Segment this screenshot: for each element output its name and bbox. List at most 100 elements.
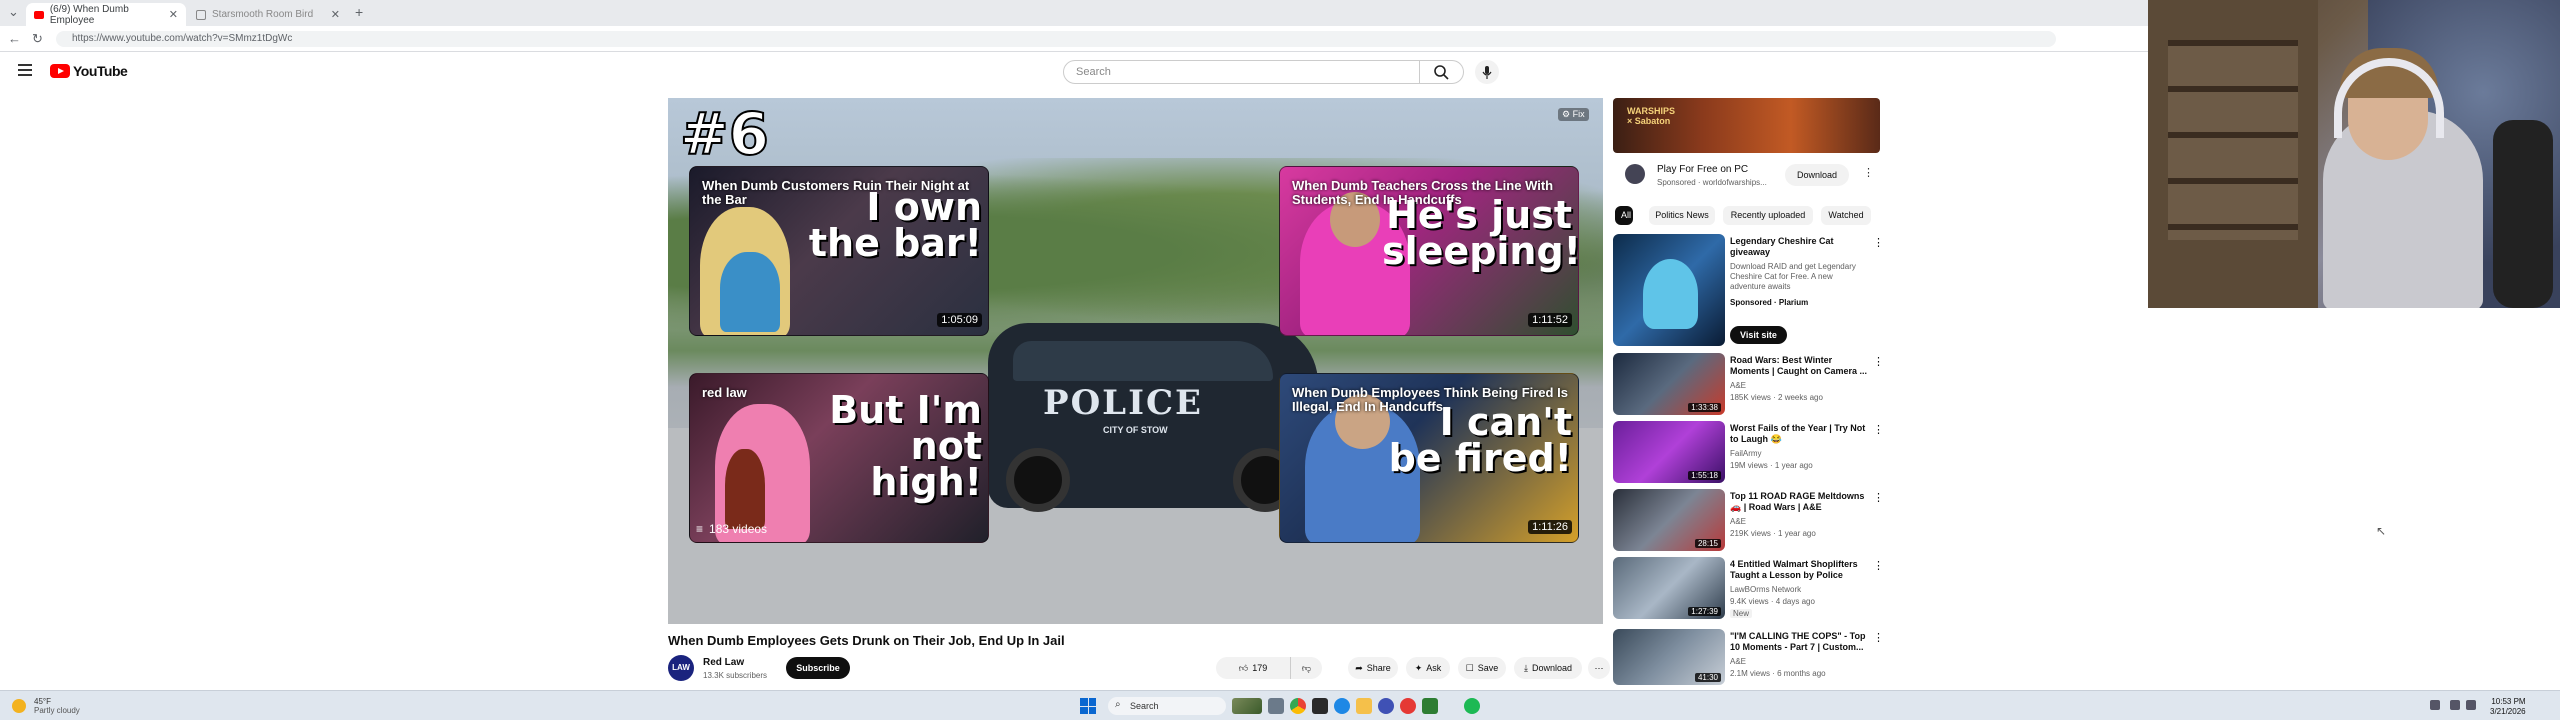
search-icon: ⌕ bbox=[1115, 699, 1121, 710]
clock-date: 3/21/2026 bbox=[2490, 707, 2526, 716]
edge-icon[interactable] bbox=[1334, 698, 1350, 714]
more-vertical-icon[interactable]: ⋮ bbox=[1873, 355, 1884, 368]
subscriber-count: 13.3K subscribers bbox=[703, 671, 768, 680]
more-vertical-icon[interactable]: ⋮ bbox=[1873, 236, 1884, 249]
video-title: "I'M CALLING THE COPS" - Top 10 Moments … bbox=[1730, 631, 1866, 652]
endscreen-playlist-card[interactable]: red law But I'm not high! ≡ 183 videos bbox=[689, 373, 989, 543]
dislike-button[interactable]: 👎︎ bbox=[1290, 657, 1322, 679]
endscreen-video-card[interactable]: When Dumb Customers Ruin Their Night at … bbox=[689, 166, 989, 336]
video-thumbnail[interactable]: 1:55:18 bbox=[1613, 421, 1725, 483]
tab-search-icon[interactable]: ⌄ bbox=[8, 4, 19, 20]
save-button[interactable]: ☐ Save bbox=[1458, 657, 1506, 679]
like-count: 179 bbox=[1252, 663, 1268, 673]
task-view-icon[interactable] bbox=[1268, 698, 1284, 714]
microphone-icon bbox=[1482, 66, 1492, 79]
tab-youtube[interactable]: (6/9) When Dumb Employee ✕ bbox=[26, 3, 186, 26]
new-tab-button[interactable]: + bbox=[355, 4, 363, 20]
channel-name[interactable]: A&E bbox=[1730, 517, 1746, 526]
chip-watched[interactable]: Watched bbox=[1821, 206, 1871, 225]
channel-name[interactable]: FailArmy bbox=[1730, 449, 1762, 458]
visit-site-button[interactable]: Visit site bbox=[1730, 326, 1787, 344]
download-button[interactable]: ⤓ Download bbox=[1514, 657, 1582, 679]
recommendation-item[interactable]: 1:27:39 4 Entitled Walmart Shoplifters T… bbox=[1613, 557, 1893, 619]
more-vertical-icon[interactable]: ⋮ bbox=[1873, 631, 1884, 644]
chip-all[interactable]: All bbox=[1615, 206, 1633, 225]
sidebar-filter-chips: All Politics News Recently uploaded Watc… bbox=[1613, 206, 1888, 226]
webcam-chair bbox=[2493, 120, 2553, 308]
share-button[interactable]: ➦ Share bbox=[1348, 657, 1398, 679]
channel-name[interactable]: A&E bbox=[1730, 381, 1746, 390]
more-actions-button[interactable]: ⋯ bbox=[1588, 657, 1610, 679]
search-input[interactable]: Search bbox=[1063, 60, 1420, 84]
video-thumbnail[interactable]: 41:30 bbox=[1613, 629, 1725, 685]
ad-download-button[interactable]: Download bbox=[1785, 164, 1849, 186]
close-tab-icon[interactable]: ✕ bbox=[169, 8, 178, 21]
recommendation-item[interactable]: 1:55:18 Worst Fails of the Year | Try No… bbox=[1613, 421, 1893, 483]
video-title: When Dumb Employees Gets Drunk on Their … bbox=[668, 633, 1065, 648]
playlist-count: ≡ 183 videos bbox=[696, 522, 767, 536]
windows-start-icon[interactable] bbox=[1080, 698, 1096, 714]
video-player[interactable]: POLICE CITY OF STOW #6 ⚙ Fix When Dumb C… bbox=[668, 98, 1603, 624]
weather-widget[interactable]: 45°F Partly cloudy bbox=[12, 697, 80, 715]
taskbar-clock[interactable]: 10:53 PM 3/21/2026 bbox=[2490, 697, 2526, 717]
channel-name[interactable]: Red Law bbox=[703, 657, 744, 668]
voice-search-button[interactable] bbox=[1475, 60, 1499, 84]
spotify-icon[interactable] bbox=[1464, 698, 1480, 714]
video-thumbnail[interactable]: 1:27:39 bbox=[1613, 557, 1725, 619]
video-meta: 2.1M views · 6 months ago bbox=[1730, 669, 1826, 678]
url-field[interactable]: https://www.youtube.com/watch?v=SMmz1tDg… bbox=[56, 31, 2056, 47]
video-thumbnail[interactable]: 1:33:38 bbox=[1613, 353, 1725, 415]
widgets-icon[interactable] bbox=[1232, 698, 1262, 714]
ad-title[interactable]: Play For Free on PC bbox=[1657, 164, 1748, 175]
channel-avatar[interactable]: LAW bbox=[668, 655, 694, 681]
recommendation-item[interactable]: 41:30 "I'M CALLING THE COPS" - Top 10 Mo… bbox=[1613, 629, 1893, 685]
sponsored-desc: Download RAID and get Legendary Cheshire… bbox=[1730, 262, 1856, 291]
sidebar-ad-banner[interactable]: WARSHIPS × Sabaton bbox=[1613, 98, 1880, 153]
sponsored-thumbnail[interactable] bbox=[1613, 234, 1725, 346]
new-badge: New bbox=[1730, 609, 1753, 618]
app-icon[interactable] bbox=[1422, 698, 1438, 714]
tray-chevron-icon[interactable] bbox=[2430, 700, 2440, 710]
taskbar-search[interactable]: ⌕ Search bbox=[1108, 697, 1226, 715]
more-vertical-icon[interactable]: ⋮ bbox=[1873, 423, 1884, 436]
recommendation-item[interactable]: 1:33:38 Road Wars: Best Winter Moments |… bbox=[1613, 353, 1893, 415]
close-tab-icon[interactable]: ✕ bbox=[331, 8, 340, 21]
like-button[interactable]: 👍︎ 179 bbox=[1216, 657, 1290, 679]
search-button[interactable] bbox=[1420, 60, 1464, 84]
video-meta: 19M views · 1 year ago bbox=[1730, 461, 1813, 470]
network-icon[interactable] bbox=[2450, 700, 2460, 710]
youtube-favicon-icon bbox=[34, 10, 44, 19]
more-vertical-icon[interactable]: ⋮ bbox=[1873, 491, 1884, 504]
channel-name[interactable]: LawBOrms Network bbox=[1730, 585, 1801, 594]
terminal-icon[interactable] bbox=[1312, 698, 1328, 714]
app-icon[interactable] bbox=[1400, 698, 1416, 714]
tab-other[interactable]: Starsmooth Room Bird ✕ bbox=[188, 3, 348, 26]
back-arrow-icon[interactable]: ← bbox=[8, 31, 21, 46]
recommendation-item[interactable]: 28:15 Top 11 ROAD RAGE Meltdowns 🚗 | Roa… bbox=[1613, 489, 1893, 551]
police-car: POLICE CITY OF STOW bbox=[988, 323, 1318, 512]
subscribe-button[interactable]: Subscribe bbox=[786, 657, 850, 679]
menu-hamburger-icon[interactable] bbox=[18, 64, 32, 76]
endscreen-video-card[interactable]: When Dumb Teachers Cross the Line With S… bbox=[1279, 166, 1579, 336]
reload-icon[interactable]: ↻ bbox=[32, 31, 43, 47]
more-vertical-icon[interactable]: ⋮ bbox=[1863, 166, 1874, 179]
app-icon[interactable] bbox=[1378, 698, 1394, 714]
endscreen-video-card[interactable]: When Dumb Employees Think Being Fired Is… bbox=[1279, 373, 1579, 543]
ask-button[interactable]: ✦ Ask bbox=[1406, 657, 1450, 679]
card-duration: 1:05:09 bbox=[937, 313, 982, 327]
video-duration: 41:30 bbox=[1694, 673, 1721, 682]
volume-icon[interactable] bbox=[2466, 700, 2476, 710]
channel-name[interactable]: A&E bbox=[1730, 657, 1746, 666]
chip-politics-news[interactable]: Politics News bbox=[1649, 206, 1715, 225]
chip-recently-uploaded[interactable]: Recently uploaded bbox=[1723, 206, 1813, 225]
tab-label: Starsmooth Room Bird bbox=[212, 9, 314, 20]
youtube-logo[interactable]: YouTube bbox=[50, 63, 128, 79]
chrome-icon[interactable] bbox=[1290, 698, 1306, 714]
car-wheel bbox=[1006, 448, 1070, 512]
car-window bbox=[1013, 341, 1273, 381]
sponsored-recommendation[interactable]: Legendary Cheshire Cat giveaway Download… bbox=[1613, 234, 1893, 346]
file-explorer-icon[interactable] bbox=[1356, 698, 1372, 714]
fix-badge[interactable]: ⚙ Fix bbox=[1558, 108, 1589, 121]
more-vertical-icon[interactable]: ⋮ bbox=[1873, 559, 1884, 572]
video-thumbnail[interactable]: 28:15 bbox=[1613, 489, 1725, 551]
